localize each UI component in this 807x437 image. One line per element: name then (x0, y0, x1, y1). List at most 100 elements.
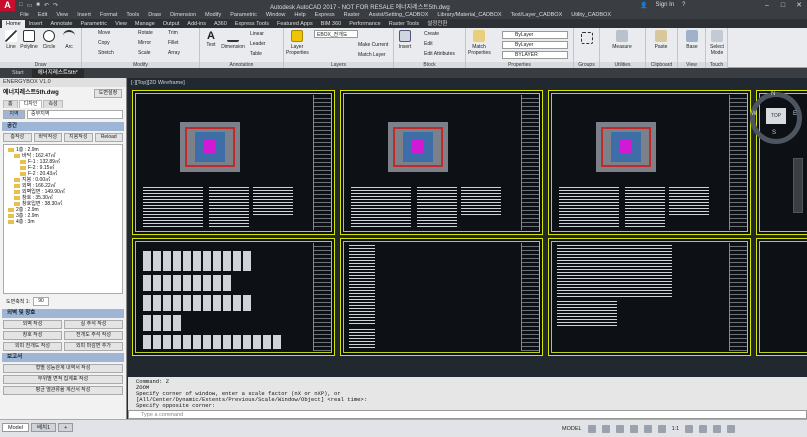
select-mode-tool[interactable]: Select Mode (707, 30, 727, 56)
linear-tool[interactable]: Linear (250, 31, 264, 37)
ribbon-tab[interactable]: A360 (210, 20, 231, 28)
region-select[interactable]: 중부지역 (27, 110, 123, 119)
help-icon[interactable]: ? (682, 2, 685, 9)
tree-item[interactable]: 4층 : 3m (6, 219, 120, 225)
annotation-icon[interactable] (657, 425, 666, 433)
menu-item[interactable]: Raster (344, 12, 360, 18)
document-tab[interactable]: 에너지레스트5th* (31, 69, 84, 78)
paste-tool[interactable]: Paste (650, 30, 672, 50)
palette-tab[interactable]: 홈 (3, 100, 18, 108)
scale-input[interactable]: 90 (32, 297, 49, 306)
undo-icon[interactable]: ↶ (44, 2, 49, 9)
copy-tool[interactable]: Copy (98, 40, 110, 46)
menu-item[interactable]: View (56, 12, 68, 18)
floor-tree[interactable]: 1층 : 2.9m 바닥 : 162.47㎡ F-1 : 132.89㎡ F-2 : … (3, 144, 123, 294)
make-current-tool[interactable]: Make Current (358, 42, 388, 48)
space-button[interactable]: Reload (94, 133, 123, 142)
circle-tool[interactable]: Circle (40, 30, 58, 50)
grid-icon[interactable] (587, 425, 596, 433)
menu-item[interactable]: Express (315, 12, 335, 18)
palette-tab[interactable]: 속성 (43, 100, 63, 108)
wall-button[interactable]: 창호 작성 (3, 331, 62, 340)
edit-attributes-tool[interactable]: Edit Attributes (424, 51, 455, 57)
wall-button[interactable]: 외피 마감면 추가 (64, 342, 123, 351)
menu-item[interactable]: Tools (126, 12, 139, 18)
ribbon-tab[interactable]: BIM 360 (317, 20, 345, 28)
menu-item[interactable]: Help (294, 12, 305, 18)
gear-icon[interactable] (685, 425, 694, 433)
viewcube[interactable]: N TOP W E S (750, 91, 802, 144)
ribbon-tab[interactable]: Output (159, 20, 184, 28)
text-tool[interactable]: A Text (202, 30, 220, 48)
edit-block-tool[interactable]: Edit (424, 41, 433, 47)
space-button[interactable]: 바닥작성 (33, 133, 62, 142)
polyline-tool[interactable]: Polyline (20, 30, 38, 50)
ribbon-tab[interactable]: Insert (25, 20, 47, 28)
ribbon-tab[interactable]: Parametric (76, 20, 111, 28)
user-icon[interactable]: 👤 (640, 2, 647, 9)
menu-item[interactable]: Parametric (230, 12, 257, 18)
insert-tool[interactable]: Insert (396, 30, 414, 50)
array-tool[interactable]: Array (168, 50, 180, 56)
snap-icon[interactable] (601, 425, 610, 433)
menu-item[interactable]: Format (100, 12, 117, 18)
layout-tab[interactable]: Model (2, 423, 29, 432)
menu-item[interactable]: Draw (148, 12, 161, 18)
layout-tab[interactable]: + (58, 423, 74, 432)
signin-link[interactable]: Sign In (655, 2, 674, 9)
wall-button[interactable]: 외피 전개도 작성 (3, 342, 62, 351)
viewcube-top-face[interactable]: TOP (766, 108, 786, 124)
trim-tool[interactable]: Trim (168, 30, 178, 36)
customize-icon[interactable] (727, 425, 736, 433)
ribbon-tab[interactable]: Performance (345, 20, 385, 28)
ribbon-tab[interactable]: 설정전환 (423, 20, 451, 28)
leader-tool[interactable]: Leader (250, 41, 266, 47)
match-layer-tool[interactable]: Match Layer (358, 52, 386, 58)
wall-button[interactable]: 외벽 작성 (3, 320, 62, 329)
lineweight-dropdown[interactable]: BYLAYER (502, 51, 568, 59)
table-tool[interactable]: Table (250, 51, 262, 57)
navigation-bar[interactable] (793, 158, 803, 213)
viewport-label[interactable]: [-][Top][2D Wireframe] (131, 80, 185, 86)
layer-properties-tool[interactable]: Layer Properties (286, 30, 309, 56)
save-icon[interactable]: ■ (36, 2, 40, 9)
menu-item[interactable]: File (20, 12, 29, 18)
ribbon-tab[interactable]: Raster Tools (385, 20, 423, 28)
measure-tool[interactable]: Measure (608, 30, 636, 50)
autocad-logo[interactable]: A (0, 0, 15, 11)
polar-icon[interactable] (629, 425, 638, 433)
maximize-icon[interactable]: □ (775, 0, 791, 11)
rotate-tool[interactable]: Rotate (138, 30, 153, 36)
move-tool[interactable]: Move (98, 30, 110, 36)
menu-item[interactable]: Window (266, 12, 286, 18)
report-button[interactable]: 평균 열관류율 계산서 작성 (3, 386, 123, 395)
wall-button[interactable]: 전개도 주석 작성 (64, 331, 123, 340)
menu-item[interactable]: Assist/Setting_CADBOX (369, 12, 429, 18)
open-icon[interactable]: ▭ (27, 2, 33, 9)
report-button[interactable]: 부위별 면적 집계표 작성 (3, 375, 123, 384)
menu-item[interactable]: Edit (38, 12, 47, 18)
osnap-icon[interactable] (643, 425, 652, 433)
space-button[interactable]: 층작성 (3, 133, 32, 142)
scale-tool[interactable]: Scale (138, 50, 151, 56)
document-tab[interactable]: Start (6, 69, 30, 78)
color-dropdown[interactable]: ByLayer (502, 31, 568, 39)
group-tool[interactable] (578, 32, 596, 46)
mirror-tool[interactable]: Mirror (138, 40, 151, 46)
ribbon-tab[interactable]: Add-ins (183, 20, 210, 28)
ribbon-tab[interactable]: Manage (131, 20, 159, 28)
command-input[interactable]: Type a command (128, 410, 807, 419)
minimize-icon[interactable]: – (759, 0, 775, 11)
menu-item[interactable]: Dimension (170, 12, 196, 18)
layer-dropdown[interactable]: EBOX_전개도 (314, 30, 358, 38)
drawing-settings-button[interactable]: 도면설정 (94, 89, 122, 98)
base-tool[interactable]: Base (682, 30, 702, 50)
redo-icon[interactable]: ↷ (53, 2, 58, 9)
ortho-icon[interactable] (615, 425, 624, 433)
report-button[interactable]: 형별 성능관계 내역서 작성 (3, 364, 123, 373)
ribbon-tab[interactable]: Featured Apps (273, 20, 317, 28)
dimension-tool[interactable]: Dimension (220, 30, 246, 50)
annotation-scale[interactable]: 1:1 (672, 426, 680, 432)
stretch-tool[interactable]: Stretch (98, 50, 114, 56)
ribbon-tab[interactable]: View (111, 20, 131, 28)
